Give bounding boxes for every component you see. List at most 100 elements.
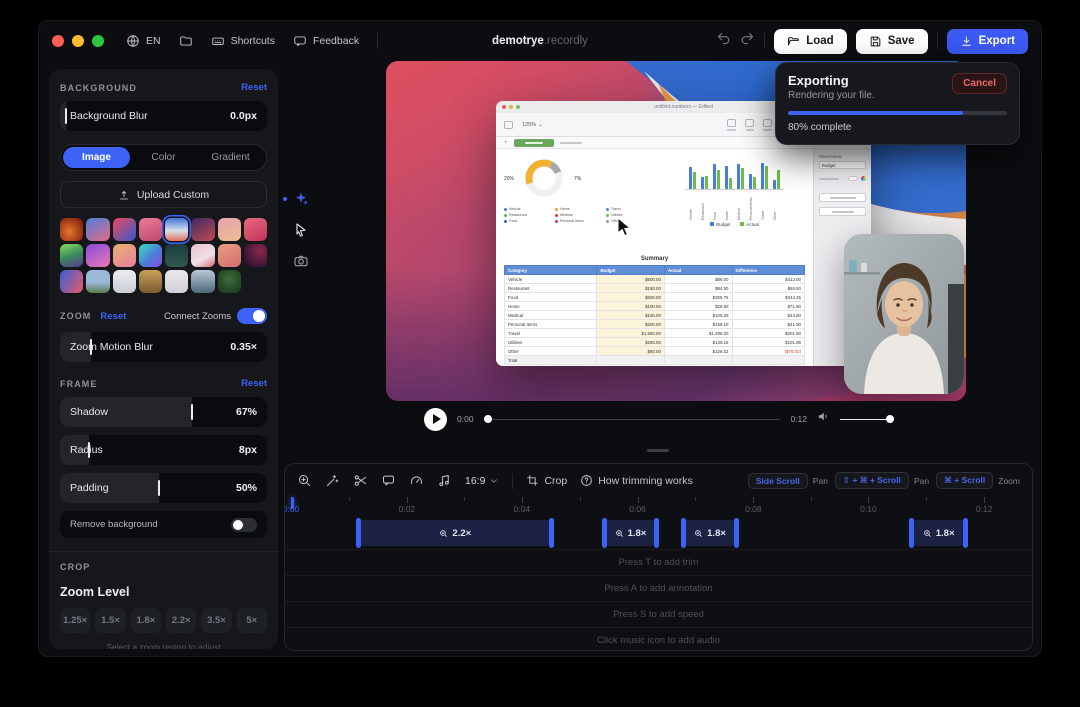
region-handle-left[interactable]: [602, 518, 607, 548]
timeline-track[interactable]: Press S to add speed: [285, 601, 1032, 627]
region-handle-right[interactable]: [654, 518, 659, 548]
feedback-button[interactable]: Feedback: [293, 34, 359, 48]
zoom-level-chip[interactable]: 1.8×: [131, 608, 161, 633]
zoom-level-chip[interactable]: 1.5×: [95, 608, 125, 633]
projects-button[interactable]: [179, 34, 193, 48]
camera-tool-button[interactable]: [293, 253, 309, 269]
background-thumbnail[interactable]: [139, 270, 162, 293]
cancel-export-button[interactable]: Cancel: [952, 73, 1007, 94]
recorded-close-dot: [502, 105, 506, 109]
frame-shadow-slider-handle[interactable]: [191, 404, 193, 420]
volume-slider[interactable]: [840, 414, 894, 424]
load-button[interactable]: Load: [774, 29, 846, 54]
zoom-level-chip[interactable]: 2.2×: [166, 608, 196, 633]
background-thumbnail[interactable]: [60, 270, 83, 293]
background-thumbnail[interactable]: [218, 270, 241, 293]
mute-button[interactable]: [817, 410, 830, 428]
region-handle-left[interactable]: [356, 518, 361, 548]
region-handle-left[interactable]: [909, 518, 914, 548]
timeline-track[interactable]: Press A to add annotation: [285, 575, 1032, 601]
background-thumbnail[interactable]: [139, 218, 162, 241]
zoom-region[interactable]: 1.8×: [911, 520, 966, 546]
region-handle-right[interactable]: [549, 518, 554, 548]
legend-name: Home: [560, 207, 570, 211]
magic-trim-button[interactable]: [325, 473, 340, 488]
background-thumbnail[interactable]: [139, 244, 162, 267]
background-thumbnail[interactable]: [165, 244, 188, 267]
zoom-motion-blur-slider[interactable]: Zoom Motion Blur0.35×: [60, 332, 267, 362]
background-thumbnail[interactable]: [60, 244, 83, 267]
language-button[interactable]: EN: [126, 34, 161, 48]
background-thumbnail[interactable]: [113, 218, 136, 241]
zoom-region[interactable]: 2.2×: [358, 520, 552, 546]
background-thumbnail[interactable]: [191, 244, 214, 267]
background-thumbnail[interactable]: [191, 270, 214, 293]
timeline-track[interactable]: Press T to add trim: [285, 549, 1032, 575]
play-button[interactable]: [424, 408, 447, 431]
frame-reset-link[interactable]: Reset: [241, 378, 267, 389]
background-thumbnail[interactable]: [113, 270, 136, 293]
background-tab-image[interactable]: Image: [63, 147, 130, 168]
background-thumbnail[interactable]: [60, 218, 83, 241]
background-thumbnail[interactable]: [191, 218, 214, 241]
crop-button[interactable]: Crop: [526, 474, 567, 487]
undo-button[interactable]: [716, 31, 731, 51]
legend-dot: [555, 208, 558, 211]
ruler-minor-tick: [580, 497, 581, 501]
close-window-button[interactable]: [52, 35, 64, 47]
frame-padding-slider[interactable]: Padding50%: [60, 473, 267, 503]
minimize-window-button[interactable]: [72, 35, 84, 47]
ai-effects-button[interactable]: [293, 191, 309, 207]
background-thumbnail[interactable]: [218, 218, 241, 241]
volume-handle[interactable]: [886, 415, 894, 423]
frame-radius-slider[interactable]: Radius8px: [60, 435, 267, 465]
background-thumbnail[interactable]: [165, 270, 188, 293]
background-thumbnail[interactable]: [86, 218, 109, 241]
background-thumbnail[interactable]: [244, 244, 267, 267]
how-trimming-works-link[interactable]: How trimming works: [580, 474, 693, 487]
connect-zooms-toggle[interactable]: [237, 308, 267, 324]
seek-bar[interactable]: [484, 414, 781, 424]
maximize-window-button[interactable]: [92, 35, 104, 47]
cursor-tool-button[interactable]: [293, 222, 309, 238]
summary-table-cell: [597, 356, 665, 365]
seek-handle[interactable]: [484, 415, 492, 423]
timeline-zoom-button[interactable]: [297, 473, 312, 488]
zoom-level-chip[interactable]: 5×: [237, 608, 267, 633]
audio-button[interactable]: [437, 473, 452, 488]
background-thumbnail[interactable]: [86, 244, 109, 267]
panel-resize-handle[interactable]: [647, 449, 669, 452]
background-reset-link[interactable]: Reset: [241, 82, 267, 93]
annotation-button[interactable]: [381, 473, 396, 488]
export-button[interactable]: Export: [947, 29, 1028, 54]
region-handle-right[interactable]: [963, 518, 968, 548]
zoom-reset-link[interactable]: Reset: [100, 311, 126, 322]
background-tab-color[interactable]: Color: [130, 147, 197, 168]
save-button[interactable]: Save: [856, 29, 928, 54]
background-blur-slider-handle[interactable]: [65, 108, 67, 124]
background-thumbnail[interactable]: [165, 218, 188, 241]
cut-button[interactable]: [353, 473, 368, 488]
upload-custom-button[interactable]: Upload Custom: [60, 181, 267, 208]
background-tab-gradient[interactable]: Gradient: [197, 147, 264, 168]
frame-shadow-slider[interactable]: Shadow67%: [60, 397, 267, 427]
timeline-playhead[interactable]: [291, 497, 294, 509]
background-blur-slider[interactable]: Background Blur0.0px: [60, 101, 267, 131]
background-thumbnail[interactable]: [218, 244, 241, 267]
background-thumbnail[interactable]: [244, 218, 267, 241]
background-thumbnail[interactable]: [113, 244, 136, 267]
zoom-region[interactable]: 1.8×: [683, 520, 737, 546]
frame-padding-slider-handle[interactable]: [158, 480, 160, 496]
region-handle-left[interactable]: [681, 518, 686, 548]
zoom-level-chip[interactable]: 3.5×: [201, 608, 231, 633]
aspect-ratio-dropdown[interactable]: 16:9: [465, 475, 499, 487]
timeline-track[interactable]: Click music icon to add audio: [285, 627, 1032, 651]
region-handle-right[interactable]: [734, 518, 739, 548]
redo-button[interactable]: [740, 31, 755, 51]
zoom-level-chip[interactable]: 1.25×: [60, 608, 90, 633]
zoom-region[interactable]: 1.8×: [604, 520, 657, 546]
shortcuts-button[interactable]: Shortcuts: [211, 34, 275, 48]
speed-button[interactable]: [409, 473, 424, 488]
background-thumbnail[interactable]: [86, 270, 109, 293]
remove-background-toggle[interactable]: [231, 518, 257, 532]
